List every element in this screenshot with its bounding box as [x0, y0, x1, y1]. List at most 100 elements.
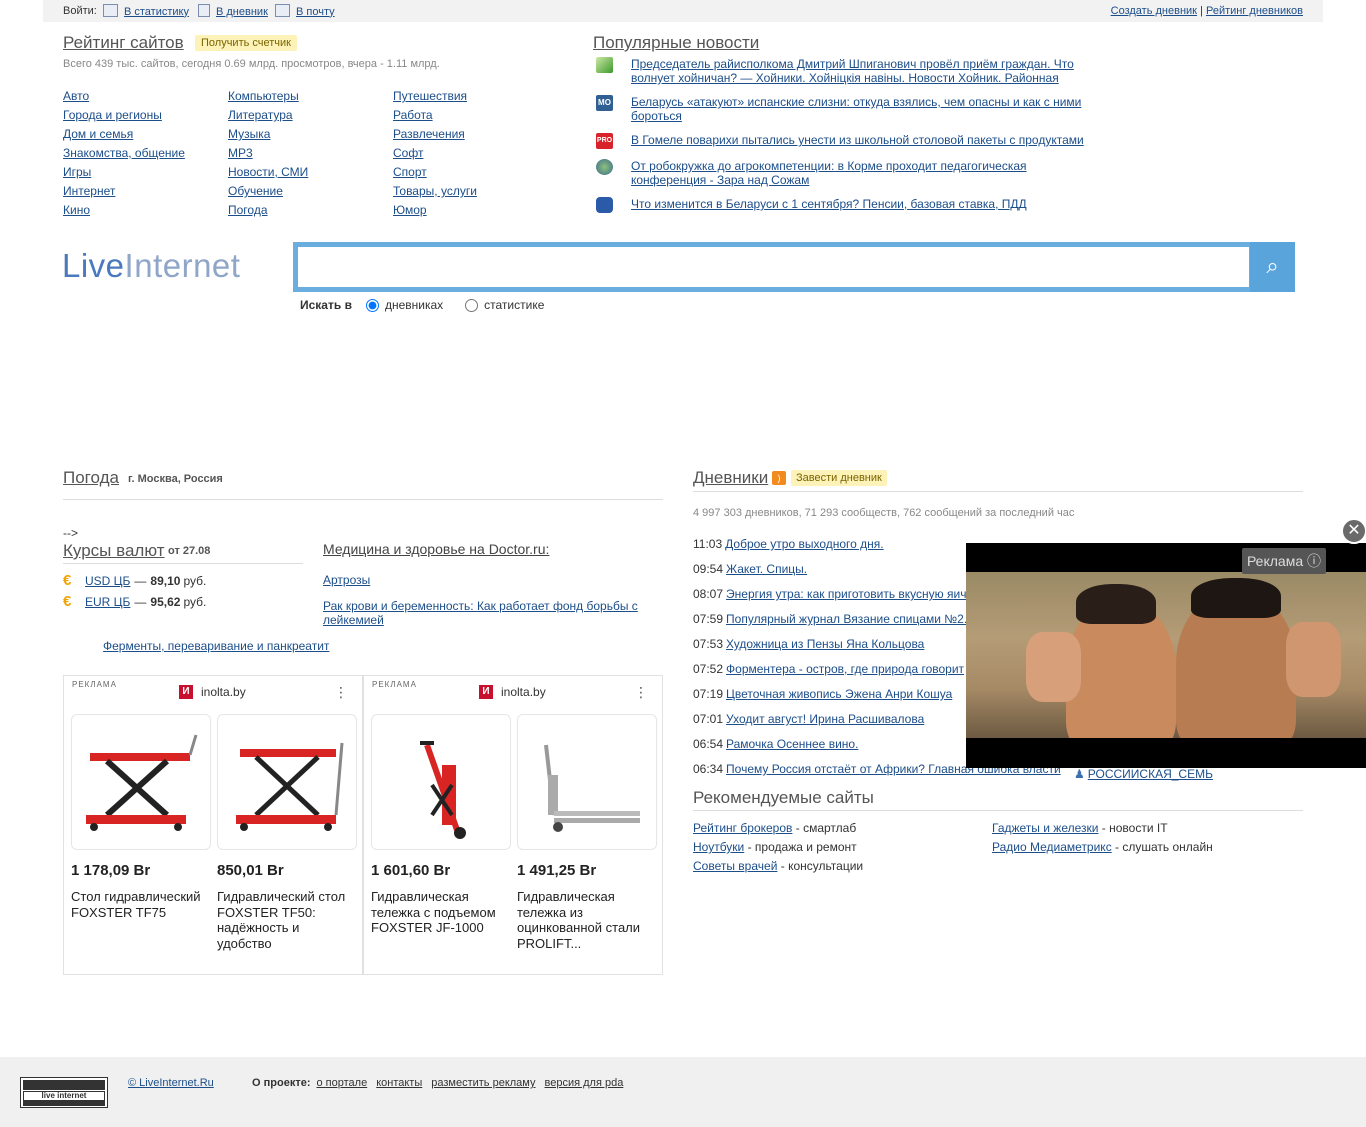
video-frame[interactable]	[966, 572, 1366, 738]
advertise-link[interactable]: разместить рекламу	[431, 1077, 535, 1089]
author-link[interactable]: РОССИИСКАЯ_СЕМЬ	[1088, 767, 1213, 781]
category-link[interactable]: Литература	[228, 108, 293, 122]
create-diary-badge[interactable]: Завести дневник	[791, 470, 887, 486]
about-portal-link[interactable]: о портале	[317, 1077, 368, 1089]
contacts-link[interactable]: контакты	[376, 1077, 422, 1089]
liveinternet-logo[interactable]: LiveInternet	[62, 247, 240, 285]
category-link[interactable]: Товары, услуги	[393, 184, 477, 198]
pda-version-link[interactable]: версия для pda	[545, 1077, 624, 1089]
diary-login-text[interactable]: В дневник	[216, 6, 268, 18]
liveinternet-counter[interactable]: live internet	[20, 1077, 108, 1108]
entry-link[interactable]: Форментера - остров, где природа говорит	[726, 662, 964, 676]
diaries-title[interactable]: Дневники	[693, 468, 768, 488]
ad-brand[interactable]: Иinolta.by	[179, 685, 246, 699]
ad-block[interactable]: РЕКЛАМА Иinolta.by ⋮ 1 178,09 Br Стол ги…	[63, 675, 363, 975]
mail-login-link[interactable]: В почту	[275, 4, 335, 18]
ad-menu-icon[interactable]: ⋮	[334, 684, 348, 701]
search-button[interactable]: ⌕	[1250, 242, 1295, 292]
entry-link[interactable]: Уходит август! Ирина Расшивалова	[726, 712, 924, 726]
mail-login-text[interactable]: В почту	[296, 6, 335, 18]
recommended-link[interactable]: Рейтинг брокеров	[693, 821, 792, 835]
medicine-link[interactable]: Рак крови и беременность: Как работает ф…	[323, 599, 653, 627]
currency-title[interactable]: Курсы валют	[63, 541, 165, 561]
entry-link[interactable]: Цветочная живопись Эжена Анри Кошуа	[726, 687, 952, 701]
search-diaries-radio[interactable]	[365, 298, 379, 312]
product-name[interactable]: Гидравлическая тележка из оцинкованной с…	[517, 889, 657, 951]
search-input[interactable]	[298, 247, 1249, 287]
news-link[interactable]: Председатель райисполкома Дмитрий Шпиган…	[631, 57, 1096, 85]
category-link[interactable]: Новости, СМИ	[228, 165, 308, 179]
category-link[interactable]: Знакомства, общение	[63, 146, 185, 160]
diary-login-link[interactable]: В дневник	[198, 4, 268, 18]
currency-name-link[interactable]: EUR ЦБ	[85, 595, 130, 609]
search-stats-label[interactable]: статистике	[484, 298, 544, 312]
product-image-card[interactable]	[371, 714, 511, 850]
category-link[interactable]: Обучение	[228, 184, 283, 198]
category-link[interactable]: Дом и семья	[63, 127, 133, 141]
rss-icon[interactable]: )	[772, 471, 786, 485]
copyright-link[interactable]: © LiveInternet.Ru	[128, 1077, 214, 1089]
video-ad-player[interactable]: Реклама ⓘ	[966, 543, 1366, 768]
pallet-jack-image	[544, 744, 640, 832]
product-name[interactable]: Гидравлический стол FOXSTER TF50: надёжн…	[217, 889, 357, 951]
news-link[interactable]: От робокружка до агрокомпетенции: в Корм…	[631, 159, 1096, 187]
entry-link[interactable]: Жакет. Спицы.	[726, 562, 807, 576]
stats-login-text[interactable]: В статистику	[124, 6, 189, 18]
news-link[interactable]: Беларусь «атакуют» испанские слизни: отк…	[631, 95, 1096, 123]
create-diary-link[interactable]: Создать дневник	[1111, 5, 1197, 17]
category-link[interactable]: Игры	[63, 165, 91, 179]
recommended-link[interactable]: Ноутбуки	[693, 840, 744, 854]
medicine-link[interactable]: Артрозы	[323, 573, 370, 587]
ad-label: РЕКЛАМА	[372, 680, 417, 689]
weather-title[interactable]: Погода	[63, 468, 119, 488]
product-image-card[interactable]	[71, 714, 211, 850]
news-link[interactable]: Что изменится в Беларуси с 1 сентября? П…	[631, 197, 1027, 213]
product-price[interactable]: 850,01 Br	[217, 862, 284, 879]
product-image-card[interactable]	[217, 714, 357, 850]
category-link[interactable]: Города и регионы	[63, 108, 162, 122]
product-price[interactable]: 1 491,25 Br	[517, 862, 596, 879]
ad-brand[interactable]: Иinolta.by	[479, 685, 546, 699]
category-link[interactable]: Интернет	[63, 184, 115, 198]
recommended-link[interactable]: Советы врачей	[693, 859, 777, 873]
entry-link[interactable]: Художница из Пензы Яна Кольцова	[726, 637, 924, 651]
search-stats-radio[interactable]	[465, 298, 479, 312]
popular-news-title[interactable]: Популярные новости	[593, 33, 759, 53]
ad-menu-icon[interactable]: ⋮	[634, 684, 648, 701]
category-link[interactable]: Авто	[63, 89, 89, 103]
get-counter-badge[interactable]: Получить счетчик	[195, 35, 297, 51]
category-link[interactable]: Кино	[63, 203, 90, 217]
recommended-link[interactable]: Гаджеты и железки	[992, 821, 1098, 835]
product-price[interactable]: 1 601,60 Br	[371, 862, 450, 879]
category-link[interactable]: MP3	[228, 146, 253, 160]
product-name[interactable]: Гидравлическая тележка с подъемом FOXSTE…	[371, 889, 511, 936]
entry-link[interactable]: Рамочка Осеннее вино.	[726, 737, 858, 751]
stats-login-link[interactable]: В статистику	[103, 4, 189, 18]
category-link[interactable]: Софт	[393, 146, 423, 160]
close-icon[interactable]: ✕	[1341, 518, 1366, 544]
product-price[interactable]: 1 178,09 Br	[71, 862, 150, 879]
category-link[interactable]: Спорт	[393, 165, 427, 179]
entry-link[interactable]: Доброе утро выходного дня.	[725, 537, 884, 551]
medicine-link[interactable]: Ферменты, переваривание и панкреатит	[103, 639, 329, 653]
category-link[interactable]: Работа	[393, 108, 433, 122]
entry-link[interactable]: Энергия утра: как приготовить вкусную яи…	[726, 587, 966, 601]
category-link[interactable]: Музыка	[228, 127, 270, 141]
search-diaries-label[interactable]: дневниках	[385, 298, 443, 312]
category-link[interactable]: Погода	[228, 203, 268, 217]
category-link[interactable]: Юмор	[393, 203, 427, 217]
category-link[interactable]: Путешествия	[393, 89, 467, 103]
rating-title[interactable]: Рейтинг сайтов	[63, 33, 184, 53]
diary-rating-link[interactable]: Рейтинг дневников	[1206, 5, 1303, 17]
medicine-title[interactable]: Медицина и здоровье на Doctor.ru:	[323, 541, 549, 557]
product-name[interactable]: Стол гидравлический FOXSTER TF75	[71, 889, 211, 920]
entry-link[interactable]: Популярный журнал Вязание спицами №2.	[726, 612, 967, 626]
news-link[interactable]: В Гомеле поварихи пытались унести из шко…	[631, 133, 1084, 149]
category-link[interactable]: Развлечения	[393, 127, 465, 141]
product-image-card[interactable]	[517, 714, 657, 850]
ad-block[interactable]: РЕКЛАМА Иinolta.by ⋮ 1 601,60 Br Гидравл…	[363, 675, 663, 975]
currency-name-link[interactable]: USD ЦБ	[85, 574, 130, 588]
video-ad-label[interactable]: Реклама ⓘ	[1241, 548, 1326, 574]
category-link[interactable]: Компьютеры	[228, 89, 299, 103]
recommended-link[interactable]: Радио Медиаметрикс	[992, 840, 1112, 854]
